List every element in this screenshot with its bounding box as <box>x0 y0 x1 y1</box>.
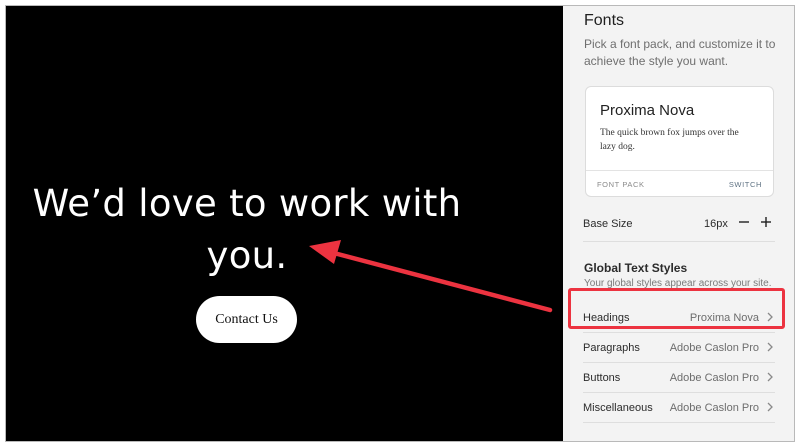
site-preview: We’d love to work with you. Contact Us <box>6 6 563 441</box>
hero-heading-line-1: We’d love to work with <box>32 182 462 225</box>
style-row-miscellaneous[interactable]: Miscellaneous Adobe Caslon Pro <box>583 393 775 423</box>
chevron-right-icon <box>767 402 773 412</box>
panel-title: Fonts <box>584 12 625 29</box>
style-row-label: Miscellaneous <box>583 402 653 414</box>
contact-us-button[interactable]: Contact Us <box>196 296 297 343</box>
style-row-value: Adobe Caslon Pro <box>669 372 759 384</box>
minus-icon[interactable] <box>736 212 752 232</box>
app-window: We’d love to work with you. Contact Us F… <box>5 5 795 442</box>
base-size-row: Base Size 16px <box>583 211 775 242</box>
font-pack-card[interactable]: Proxima Nova The quick brown fox jumps o… <box>585 86 774 197</box>
fonts-panel: Fonts Pick a font pack, and customize it… <box>563 6 794 441</box>
base-size-label: Base Size <box>583 218 633 230</box>
font-pack-name: Proxima Nova <box>600 102 695 119</box>
style-row-buttons[interactable]: Buttons Adobe Caslon Pro <box>583 363 775 393</box>
chevron-right-icon <box>767 342 773 352</box>
style-row-value: Adobe Caslon Pro <box>669 402 759 414</box>
plus-icon[interactable] <box>758 212 774 232</box>
global-text-styles-title: Global Text Styles <box>584 261 688 275</box>
base-size-value: 16px <box>704 218 728 230</box>
card-divider <box>586 170 773 171</box>
style-row-label: Paragraphs <box>583 342 640 354</box>
hero-heading-line-2: you. <box>206 234 288 277</box>
headings-highlight-box <box>568 288 785 329</box>
style-row-label: Buttons <box>583 372 621 384</box>
switch-font-pack-link[interactable]: SWITCH <box>729 180 762 189</box>
style-row-value: Adobe Caslon Pro <box>669 342 759 354</box>
chevron-right-icon <box>767 372 773 382</box>
hero-heading: We’d love to work with you. <box>6 178 488 282</box>
font-pack-sample: The quick brown fox jumps over the lazy … <box>600 128 739 152</box>
style-row-paragraphs[interactable]: Paragraphs Adobe Caslon Pro <box>583 333 775 363</box>
panel-description: Pick a font pack, and customize it to ac… <box>584 37 776 68</box>
font-pack-label: FONT PACK <box>597 180 645 189</box>
